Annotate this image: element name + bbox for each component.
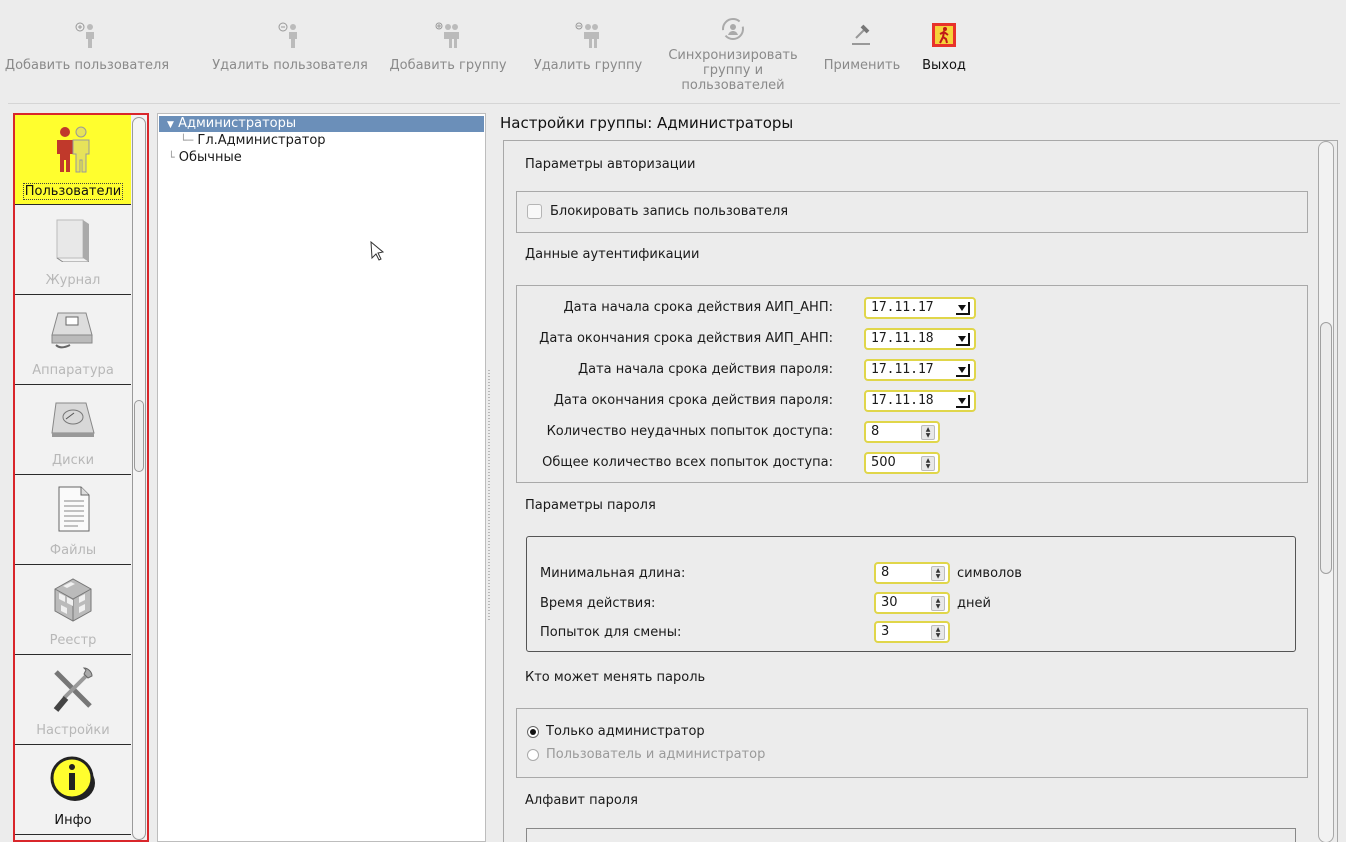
password-end-date-select[interactable]: 17.11.18 xyxy=(864,390,976,412)
journal-icon xyxy=(45,211,101,267)
add-group-button[interactable]: Добавить группу xyxy=(388,10,508,100)
content-scrollbar-thumb[interactable] xyxy=(1320,322,1332,574)
password-start-date-select[interactable]: 17.11.17 xyxy=(864,359,976,381)
block-user-checkbox[interactable] xyxy=(527,204,542,219)
section-who-can-change: Кто может менять пароль xyxy=(525,670,706,685)
section-password-params: Параметры пароля xyxy=(525,498,656,513)
page-title: Настройки группы: Администраторы xyxy=(500,114,794,132)
min-length-spinbox[interactable]: 8 ▲ ▼ xyxy=(874,562,950,584)
expand-arrow-icon[interactable]: ▼ xyxy=(167,120,174,130)
nav-item-hardware[interactable]: Аппаратура xyxy=(15,295,131,385)
auth-data-group: Дата начала срока действия АИП_АНП: 17.1… xyxy=(516,285,1308,483)
radio-user-admin-control[interactable] xyxy=(527,748,539,761)
section-auth-data: Данные аутентификации xyxy=(525,247,700,262)
settings-icon xyxy=(45,661,101,717)
disk-icon xyxy=(45,391,101,447)
toolbar: Добавить пользователя Удалить пользовате… xyxy=(5,10,1340,100)
tree-item-admins[interactable]: ▼ Администраторы xyxy=(159,116,484,132)
delete-group-button[interactable]: Удалить группу xyxy=(528,10,648,100)
delete-user-button[interactable]: Удалить пользователя xyxy=(207,10,373,100)
nav-item-files[interactable]: Файлы xyxy=(15,475,131,565)
add-user-button[interactable]: Добавить пользователя xyxy=(5,10,169,100)
mouse-cursor-icon xyxy=(370,240,386,265)
block-user-group: Блокировать запись пользователя xyxy=(516,191,1308,233)
radio-admin-only[interactable]: Только администратор xyxy=(527,724,705,739)
spin-arrows-icon[interactable]: ▲ ▼ xyxy=(921,456,935,471)
hardware-icon xyxy=(45,301,101,357)
change-attempts-spinbox[interactable]: 3 ▲ ▼ xyxy=(874,621,950,643)
delete-group-icon xyxy=(572,20,604,50)
nav-item-journal[interactable]: Журнал xyxy=(15,205,131,295)
sidebar-scrollbar[interactable] xyxy=(132,117,146,840)
nav-item-users[interactable]: Пользователи xyxy=(15,115,131,205)
failed-attempts-spinbox[interactable]: 8 ▲ ▼ xyxy=(864,421,940,443)
alphabet-group xyxy=(526,828,1296,842)
total-attempts-spinbox[interactable]: 500 ▲ ▼ xyxy=(864,452,940,474)
validity-days-spinbox[interactable]: 30 ▲ ▼ xyxy=(874,592,950,614)
group-settings-panel: Параметры авторизации Блокировать запись… xyxy=(503,140,1338,842)
add-user-icon xyxy=(71,20,103,50)
dropdown-arrow-icon[interactable] xyxy=(956,302,970,315)
nav-item-settings[interactable]: Настройки xyxy=(15,655,131,745)
apply-button[interactable]: Применить xyxy=(816,10,908,100)
tree-item-chief-admin[interactable]: └─ Гл.Администратор xyxy=(180,133,326,149)
exit-button[interactable]: Выход xyxy=(914,10,974,100)
toolbar-separator xyxy=(8,103,1340,104)
spin-arrows-icon[interactable]: ▲ ▼ xyxy=(921,425,935,440)
apply-gavel-icon xyxy=(846,20,878,50)
dropdown-arrow-icon[interactable] xyxy=(956,395,970,408)
sync-icon xyxy=(717,14,749,44)
exit-icon xyxy=(928,20,960,50)
nav-item-info[interactable]: Инфо xyxy=(15,745,131,835)
who-can-change-group: Только администратор Пользователь и адми… xyxy=(516,708,1308,778)
spin-arrows-icon[interactable]: ▲ ▼ xyxy=(931,566,945,581)
file-icon xyxy=(45,481,101,537)
panel-splitter[interactable] xyxy=(488,370,490,620)
group-tree: ▼ Администраторы └─ Гл.Администратор └ О… xyxy=(157,113,486,842)
users-icon xyxy=(45,121,101,177)
tree-line-icon: └─ xyxy=(180,134,194,147)
module-sidebar: Пользователи Журнал Аппаратура Диски Фай… xyxy=(13,113,149,842)
radio-user-admin[interactable]: Пользователь и администратор xyxy=(527,747,765,762)
delete-user-icon xyxy=(274,20,306,50)
tree-line-icon: └ xyxy=(168,151,175,164)
nav-item-disks[interactable]: Диски xyxy=(15,385,131,475)
sidebar-scrollbar-thumb[interactable] xyxy=(134,400,144,472)
spin-arrows-icon[interactable]: ▲ ▼ xyxy=(931,596,945,611)
dropdown-arrow-icon[interactable] xyxy=(956,364,970,377)
section-alphabet: Алфавит пароля xyxy=(525,793,638,808)
password-params-group: Минимальная длина: 8 ▲ ▼ символов Время д… xyxy=(526,536,1296,652)
content-scrollbar[interactable] xyxy=(1318,141,1334,842)
info-icon xyxy=(45,751,101,807)
section-auth-params: Параметры авторизации xyxy=(525,157,696,172)
sync-group-users-button[interactable]: Синхронизировать группу и пользователей xyxy=(660,10,806,100)
spin-arrows-icon[interactable]: ▲ ▼ xyxy=(931,625,945,640)
nav-item-registry[interactable]: Реестр xyxy=(15,565,131,655)
block-user-checkbox-row[interactable]: Блокировать запись пользователя xyxy=(527,204,788,219)
aip-start-date-select[interactable]: 17.11.17 xyxy=(864,297,976,319)
registry-icon xyxy=(45,571,101,627)
tree-item-regular[interactable]: └ Обычные xyxy=(168,150,242,166)
radio-admin-only-control[interactable] xyxy=(527,725,539,738)
add-group-icon xyxy=(432,20,464,50)
aip-end-date-select[interactable]: 17.11.18 xyxy=(864,328,976,350)
dropdown-arrow-icon[interactable] xyxy=(956,333,970,346)
